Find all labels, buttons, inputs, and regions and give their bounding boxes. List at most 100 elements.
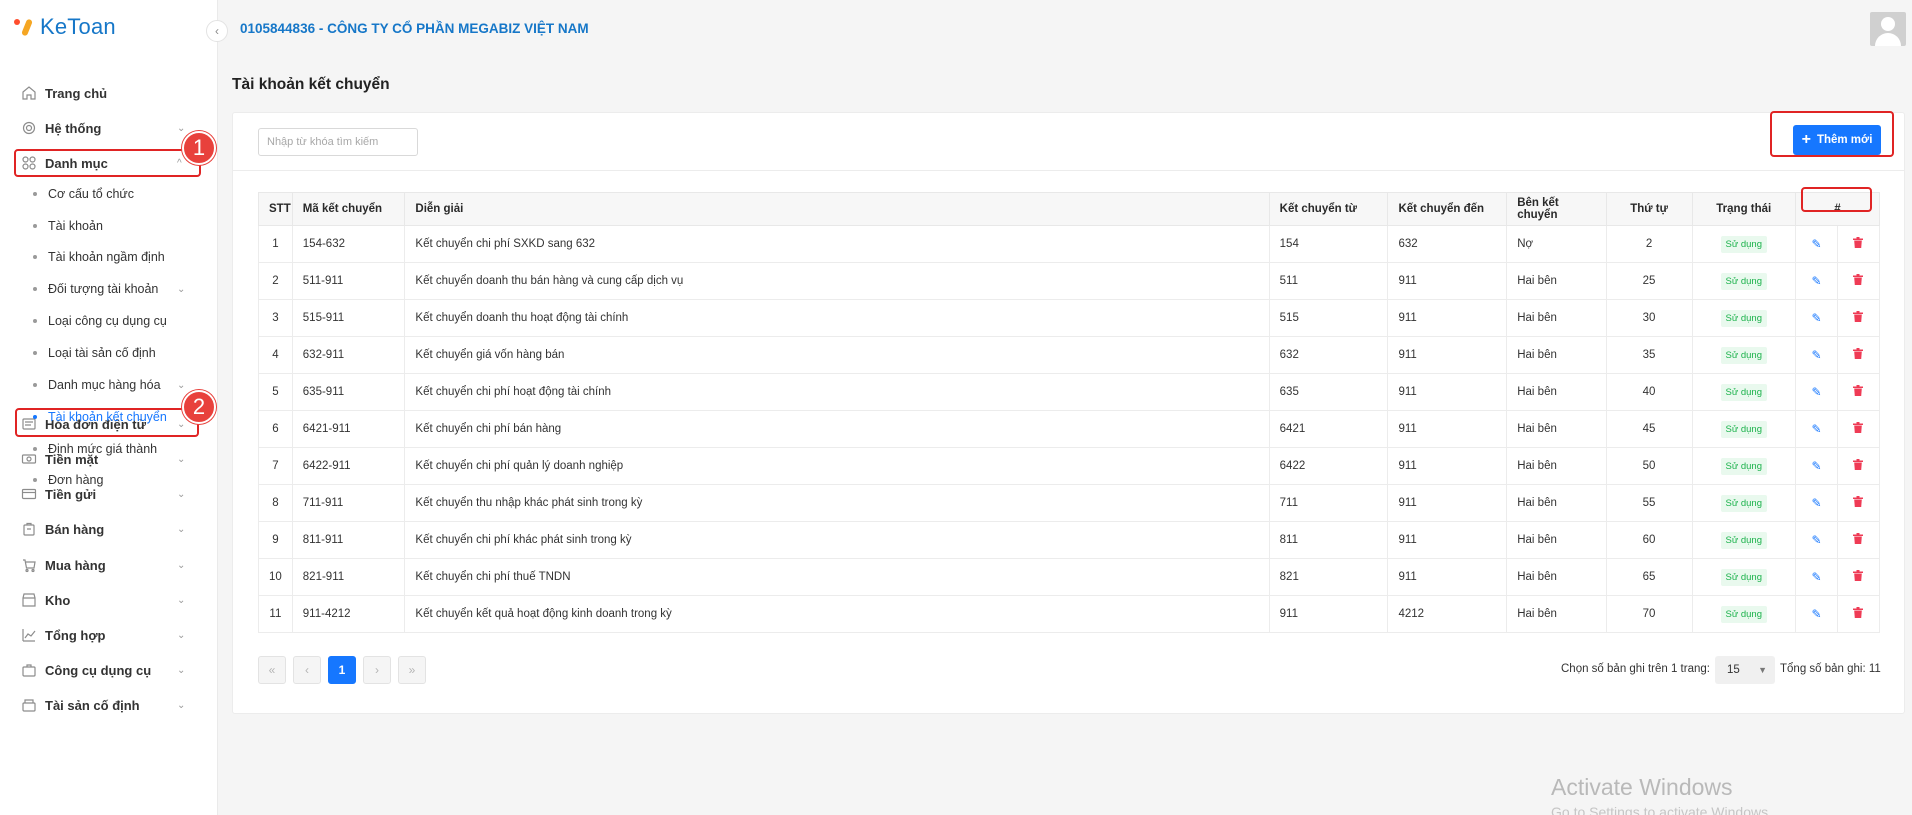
sidebar-subitem-label: Đơn hàng: [48, 473, 104, 487]
callout-box-add-button: [1770, 111, 1894, 157]
sidebar-collapse-button[interactable]: ‹: [206, 20, 228, 42]
delete-button[interactable]: [1836, 262, 1881, 300]
cell-stt: 2: [258, 262, 293, 300]
prev-page-button[interactable]: ‹: [293, 656, 321, 684]
col-header-code: Mã kết chuyển: [291, 192, 405, 226]
edit-button[interactable]: ✎: [1794, 595, 1838, 633]
search-input[interactable]: [258, 128, 418, 156]
cell-to: 911: [1387, 299, 1507, 337]
cell-side: Hai bên: [1506, 595, 1607, 633]
cell-code: 911-4212: [291, 595, 405, 633]
sidebar-item-11[interactable]: Tài sản cố định ⌄: [0, 690, 218, 720]
first-page-button[interactable]: «: [258, 656, 286, 684]
logo-text: KeToan: [40, 14, 116, 39]
sidebar-subitem-3[interactable]: Đối tượng tài khoản ⌄: [0, 276, 218, 302]
status-badge: Sử dụng: [1720, 420, 1768, 438]
cell-status: Sử dụng: [1691, 558, 1796, 596]
sidebar-subitem-label: Cơ cấu tổ chức: [48, 187, 135, 201]
delete-button[interactable]: [1836, 595, 1881, 633]
delete-button[interactable]: [1836, 299, 1881, 337]
cell-stt: 11: [258, 595, 293, 633]
delete-button[interactable]: [1836, 484, 1881, 522]
sidebar-item-label: Công cụ dụng cụ: [45, 662, 152, 678]
delete-button[interactable]: [1836, 447, 1881, 485]
pencil-icon: ✎: [1811, 274, 1822, 288]
sidebar-item-label: Bán hàng: [45, 521, 105, 537]
user-icon: [1881, 17, 1895, 31]
cell-order: 70: [1605, 595, 1693, 633]
double-chevron-right-icon: »: [408, 663, 416, 677]
delete-button[interactable]: [1836, 225, 1881, 263]
sidebar-subitem-label: Đối tượng tài khoản: [48, 282, 159, 296]
sidebar-subitem-1[interactable]: Tài khoản: [0, 213, 218, 239]
pencil-icon: ✎: [1811, 422, 1822, 436]
bullet-icon: [33, 192, 37, 196]
sidebar-subitem-9[interactable]: Đơn hàng: [0, 467, 218, 493]
sidebar-item-6[interactable]: Bán hàng ⌄: [0, 514, 218, 544]
chevron-down-icon: ⌄: [177, 379, 186, 391]
cell-to: 911: [1387, 484, 1507, 522]
card-toolbar: + Thêm mới: [233, 113, 1904, 171]
edit-button[interactable]: ✎: [1794, 410, 1838, 448]
cell-status: Sử dụng: [1691, 225, 1796, 263]
sidebar-item-9[interactable]: Tổng hợp ⌄: [0, 620, 218, 650]
cell-order: 25: [1605, 262, 1693, 300]
delete-button[interactable]: [1836, 521, 1881, 559]
sidebar-subitem-8[interactable]: Định mức giá thành: [0, 436, 218, 462]
sidebar-item-8[interactable]: Kho ⌄: [0, 585, 218, 615]
cell-code: 511-911: [291, 262, 405, 300]
table-row: 10 821-911 Kết chuyển chi phí thuế TNDN 821…: [258, 558, 1881, 596]
chevron-down-icon: ⌄: [177, 523, 186, 535]
bullet-icon: [33, 255, 37, 259]
cell-from: 911: [1268, 595, 1388, 633]
callout-badge-1: 1: [182, 131, 216, 165]
edit-button[interactable]: ✎: [1794, 262, 1838, 300]
cell-side: Hai bên: [1506, 521, 1607, 559]
edit-button[interactable]: ✎: [1794, 299, 1838, 337]
cell-side: Hai bên: [1506, 373, 1607, 411]
next-page-button[interactable]: ›: [363, 656, 391, 684]
callout-badge-2: 2: [182, 390, 216, 424]
avatar[interactable]: [1870, 12, 1906, 46]
sidebar-item-10[interactable]: Công cụ dụng cụ ⌄: [0, 655, 218, 685]
sidebar-subitem-6[interactable]: Danh mục hàng hóa ⌄: [0, 372, 218, 398]
sidebar-subitem-0[interactable]: Cơ cấu tổ chức: [0, 181, 218, 207]
edit-button[interactable]: ✎: [1794, 373, 1838, 411]
page-size-select[interactable]: 15 ▼: [1715, 656, 1775, 684]
cell-order: 30: [1605, 299, 1693, 337]
cell-description: Kết chuyển doanh thu hoạt động tài chính: [404, 299, 1270, 337]
page-size-label: Chọn số bản ghi trên 1 trang:: [1561, 663, 1710, 675]
cell-description: Kết chuyển kết quả hoạt động kinh doanh …: [404, 595, 1270, 633]
status-badge: Sử dụng: [1720, 531, 1768, 549]
sidebar-subitem-2[interactable]: Tài khoản ngầm định: [0, 244, 218, 270]
edit-button[interactable]: ✎: [1794, 336, 1838, 374]
app-logo[interactable]: KeToan: [14, 14, 116, 40]
edit-button[interactable]: ✎: [1794, 225, 1838, 263]
trash-icon: [1853, 274, 1864, 288]
edit-button[interactable]: ✎: [1794, 521, 1838, 559]
cell-to: 911: [1387, 558, 1507, 596]
sidebar-item-7[interactable]: Mua hàng ⌄: [0, 550, 218, 580]
status-badge: Sử dụng: [1720, 272, 1768, 290]
edit-button[interactable]: ✎: [1794, 447, 1838, 485]
delete-button[interactable]: [1836, 373, 1881, 411]
edit-button[interactable]: ✎: [1794, 484, 1838, 522]
delete-button[interactable]: [1836, 336, 1881, 374]
cell-from: 821: [1268, 558, 1388, 596]
cell-code: 811-911: [291, 521, 405, 559]
status-badge: Sử dụng: [1720, 605, 1768, 623]
cell-status: Sử dụng: [1691, 262, 1796, 300]
sidebar-item-0[interactable]: Trang chủ: [0, 78, 218, 108]
edit-button[interactable]: ✎: [1794, 558, 1838, 596]
delete-button[interactable]: [1836, 410, 1881, 448]
page-button-1[interactable]: 1: [328, 656, 356, 684]
sidebar-subitem-4[interactable]: Loại công cụ dụng cụ: [0, 308, 218, 334]
table-row: 9 811-911 Kết chuyển chi phí khác phát sin…: [258, 521, 1881, 559]
callout-box-danh-muc: [14, 149, 201, 177]
bullet-icon: [33, 351, 37, 355]
last-page-button[interactable]: »: [398, 656, 426, 684]
cell-stt: 9: [258, 521, 293, 559]
sidebar-subitem-5[interactable]: Loại tài sản cố định: [0, 340, 218, 366]
delete-button[interactable]: [1836, 558, 1881, 596]
table-row: 6 6421-911 Kết chuyển chi phí bán hàng 6421…: [258, 410, 1881, 448]
